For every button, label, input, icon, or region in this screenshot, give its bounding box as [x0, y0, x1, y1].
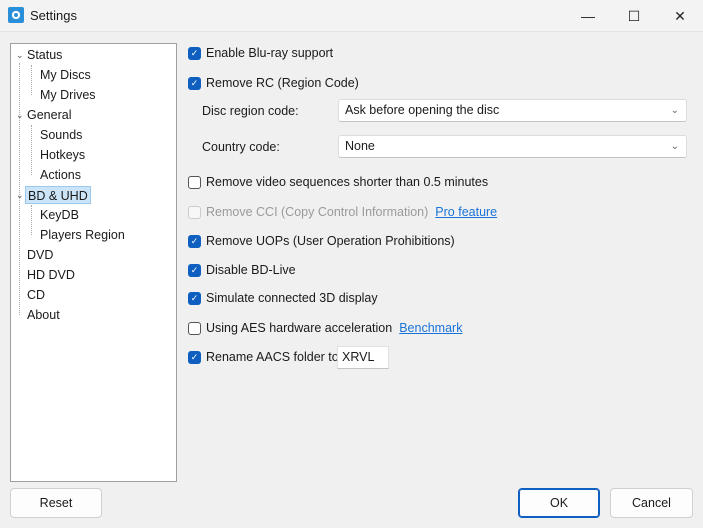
- simulate-3d-checkbox[interactable]: ✓ Simulate connected 3D display: [188, 289, 378, 307]
- tree-item-keydb[interactable]: KeyDB: [40, 206, 79, 224]
- disc-region-label: Disc region code:: [202, 104, 299, 118]
- title-bar: Settings — ☐ ✕: [0, 0, 703, 32]
- enable-bluray-label: Enable Blu-ray support: [206, 46, 333, 60]
- chevron-down-icon[interactable]: ⌄: [16, 46, 24, 64]
- benchmark-link[interactable]: Benchmark: [399, 321, 462, 335]
- cancel-button[interactable]: Cancel: [610, 488, 693, 518]
- remove-uops-label: Remove UOPs (User Operation Prohibitions…: [206, 234, 455, 248]
- checkbox-unchecked-icon[interactable]: [188, 322, 201, 335]
- remove-uops-checkbox[interactable]: ✓ Remove UOPs (User Operation Prohibitio…: [188, 232, 455, 250]
- checkbox-unchecked-icon[interactable]: [188, 176, 201, 189]
- country-code-value: None: [345, 139, 375, 153]
- disable-bdlive-checkbox[interactable]: ✓ Disable BD-Live: [188, 261, 296, 279]
- aes-hw-label: Using AES hardware acceleration: [206, 321, 392, 335]
- checkbox-checked-icon[interactable]: ✓: [188, 264, 201, 277]
- reset-button[interactable]: Reset: [10, 488, 102, 518]
- tree-item-dvd[interactable]: DVD: [27, 246, 53, 264]
- app-eye-icon: [8, 7, 24, 23]
- chevron-down-icon[interactable]: ⌄: [16, 186, 24, 204]
- pro-feature-link[interactable]: Pro feature: [435, 205, 497, 219]
- aes-hw-checkbox[interactable]: Using AES hardware acceleration Benchmar…: [188, 319, 462, 337]
- disc-region-select[interactable]: Ask before opening the disc ⌄: [338, 99, 687, 122]
- remove-short-label: Remove video sequences shorter than 0.5 …: [206, 175, 488, 189]
- country-code-select[interactable]: None ⌄: [338, 135, 687, 158]
- remove-short-checkbox[interactable]: Remove video sequences shorter than 0.5 …: [188, 173, 488, 191]
- tree-item-general[interactable]: General: [27, 106, 71, 124]
- tree-item-hd-dvd[interactable]: HD DVD: [27, 266, 75, 284]
- minimize-button[interactable]: —: [565, 0, 611, 32]
- chevron-down-icon: ⌄: [671, 100, 679, 121]
- tree-item-players-region[interactable]: Players Region: [40, 226, 125, 244]
- disable-bdlive-label: Disable BD-Live: [206, 263, 296, 277]
- remove-cci-checkbox: Remove CCI (Copy Control Information) Pr…: [188, 203, 497, 221]
- tree-item-status[interactable]: Status: [27, 46, 62, 64]
- rename-aacs-label: Rename AACS folder to: [206, 350, 339, 364]
- remove-rc-checkbox[interactable]: ✓ Remove RC (Region Code): [188, 74, 359, 92]
- settings-tree[interactable]: ⌄ ⌄ ⌄ Status My Discs My Drives General …: [10, 43, 177, 482]
- tree-item-cd[interactable]: CD: [27, 286, 45, 304]
- checkbox-checked-icon[interactable]: ✓: [188, 47, 201, 60]
- close-button[interactable]: ✕: [657, 0, 703, 32]
- maximize-button[interactable]: ☐: [611, 0, 657, 32]
- tree-item-about[interactable]: About: [27, 306, 60, 324]
- tree-item-my-discs[interactable]: My Discs: [40, 66, 91, 84]
- window-title: Settings: [30, 8, 77, 23]
- enable-bluray-checkbox[interactable]: ✓ Enable Blu-ray support: [188, 44, 333, 62]
- checkbox-checked-icon[interactable]: ✓: [188, 351, 201, 364]
- rename-aacs-checkbox[interactable]: ✓ Rename AACS folder to: [188, 348, 339, 366]
- chevron-down-icon: ⌄: [671, 136, 679, 157]
- tree-item-hotkeys[interactable]: Hotkeys: [40, 146, 85, 164]
- aacs-folder-input[interactable]: XRVL: [337, 346, 389, 369]
- chevron-down-icon[interactable]: ⌄: [16, 106, 24, 124]
- checkbox-checked-icon[interactable]: ✓: [188, 292, 201, 305]
- simulate-3d-label: Simulate connected 3D display: [206, 291, 378, 305]
- tree-item-actions[interactable]: Actions: [40, 166, 81, 184]
- remove-rc-label: Remove RC (Region Code): [206, 76, 359, 90]
- country-code-label: Country code:: [202, 140, 280, 154]
- tree-item-sounds[interactable]: Sounds: [40, 126, 82, 144]
- remove-cci-label: Remove CCI (Copy Control Information): [206, 205, 428, 219]
- tree-item-bd-uhd[interactable]: BD & UHD: [25, 186, 91, 204]
- ok-button[interactable]: OK: [518, 488, 600, 518]
- checkbox-checked-icon[interactable]: ✓: [188, 235, 201, 248]
- checkbox-checked-icon[interactable]: ✓: [188, 77, 201, 90]
- checkbox-disabled-icon: [188, 206, 201, 219]
- disc-region-value: Ask before opening the disc: [345, 103, 499, 117]
- tree-item-my-drives[interactable]: My Drives: [40, 86, 96, 104]
